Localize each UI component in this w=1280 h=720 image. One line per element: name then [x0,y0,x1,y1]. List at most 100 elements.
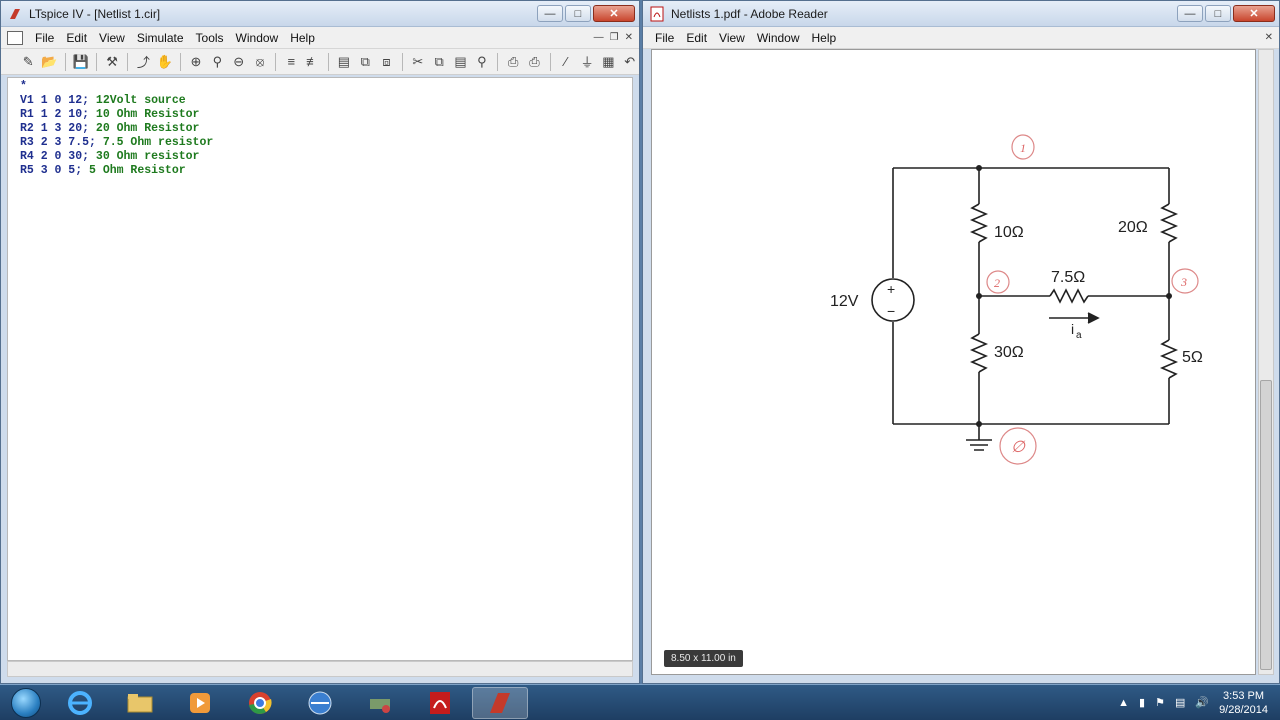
taskbar-tool[interactable] [352,687,408,719]
r4-label: 30Ω [994,344,1024,361]
zoom-area-icon[interactable]: ⚲ [208,52,226,71]
open-icon[interactable]: 📂 [40,52,58,71]
delete-trace-icon[interactable]: ≢ [303,52,321,71]
document-icon [7,30,23,45]
print-icon[interactable]: ⎙ [504,52,522,71]
menu-edit[interactable]: Edit [60,31,93,45]
current-label: i [1071,321,1074,337]
reader-menubar: File Edit View Window Help ✕ [643,27,1279,49]
pdf-app-icon [649,6,665,22]
menu-window[interactable]: Window [751,31,806,45]
mdi-minimize-icon[interactable]: — [594,32,604,43]
system-tray: ▲ ▮ ⚑ ▤ 🔊 3:53 PM 9/28/2014 [1118,689,1280,717]
r5-label: 5Ω [1182,349,1203,366]
adobe-reader-window: Netlists 1.pdf - Adobe Reader — □ ✕ File… [642,0,1280,684]
zoom-in-icon[interactable]: ⊕ [187,52,205,71]
undo-icon[interactable]: ↶ [621,52,639,71]
menu-help[interactable]: Help [806,31,843,45]
control-panel-icon[interactable]: ⚒ [103,52,121,71]
ground-icon[interactable]: ⏚ [578,52,596,71]
autorange-icon[interactable]: ≡ [282,52,300,71]
taskbar-ie[interactable] [52,687,108,719]
save-icon[interactable]: 💾 [72,52,90,71]
taskbar-ltspice[interactable] [472,686,528,719]
taskbar-chrome[interactable] [232,687,288,719]
clock-date: 9/28/2014 [1219,703,1268,716]
close-button[interactable]: ✕ [593,5,635,22]
node-1-label: 1 [1020,141,1026,155]
component-icon[interactable]: ▦ [599,52,617,71]
media-player-icon [190,692,210,713]
ltspice-titlebar[interactable]: LTspice IV - [Netlist 1.cir] — □ ✕ [1,1,639,27]
start-button[interactable] [4,686,48,720]
menu-simulate[interactable]: Simulate [131,31,190,45]
taskbar-media-player[interactable] [172,687,228,719]
flag-icon[interactable]: ⚑ [1155,696,1165,709]
cut-icon[interactable]: ✂ [409,52,427,71]
menu-file[interactable]: File [29,31,60,45]
r4-resistor [969,333,989,373]
volume-icon[interactable]: 🔊 [1195,696,1209,709]
reader-titlebar[interactable]: Netlists 1.pdf - Adobe Reader — □ ✕ [643,1,1279,27]
ground-symbol [966,424,992,451]
maximize-button[interactable]: □ [565,5,591,22]
chrome-icon [249,691,272,714]
r3-label: 7.5Ω [1051,269,1085,286]
tile-horizontal-icon[interactable]: ▤ [335,52,353,71]
menu-help[interactable]: Help [284,31,321,45]
menu-window[interactable]: Window [230,31,285,45]
netlist-line: R2 1 3 20; 20 Ohm Resistor [20,122,200,135]
netlist-line: R1 1 2 10; 10 Ohm Resistor [20,108,200,121]
taskbar-adobe-reader[interactable] [412,687,468,719]
menu-file[interactable]: File [649,31,680,45]
tile-vertical-icon[interactable]: ⧈ [377,52,395,71]
network-icon[interactable]: ▤ [1175,696,1185,709]
zoom-fit-icon[interactable]: ⦻ [251,52,269,71]
horizontal-scrollbar[interactable] [7,661,633,677]
copy-icon[interactable]: ⧉ [430,52,448,71]
node-3-label: 3 [1180,275,1187,289]
vertical-scrollbar[interactable] [1258,49,1274,675]
zoom-out-icon[interactable]: ⊖ [230,52,248,71]
minimize-button[interactable]: — [537,5,563,22]
show-hidden-icons-icon[interactable]: ▲ [1118,697,1129,709]
pdf-page[interactable]: 12V + − 10Ω 20Ω 7.5Ω 30Ω 5Ω i a 1 2 3 ∅ … [651,49,1256,675]
paste-icon[interactable]: ▤ [451,52,469,71]
netlist-editor[interactable]: * V1 1 0 12; 12Volt source R1 1 2 10; 10… [7,77,633,661]
print-preview-icon[interactable]: ⎙ [525,52,543,71]
source-label: 12V [830,293,859,310]
netlist-text: * V1 1 0 12; 12Volt source R1 1 2 10; 10… [8,78,632,178]
window-title: Netlists 1.pdf - Adobe Reader [671,6,828,21]
pan-icon[interactable]: ✋ [156,52,174,71]
menu-view[interactable]: View [93,31,131,45]
netlist-line: R3 2 3 7.5; 7.5 Ohm resistor [20,136,214,149]
close-button[interactable]: ✕ [1233,5,1275,22]
ltspice-toolbar: ✎ 📂 💾 ⚒ ⤴ ✋ ⊕ ⚲ ⊖ ⦻ ≡ ≢ ▤ ⧉ ⧈ ✂ ⧉ ▤ ⚲ ⎙ … [1,49,639,75]
mdi-close-icon[interactable]: ✕ [625,32,633,43]
run-icon[interactable]: ⤴ [134,52,152,71]
taskbar-explorer[interactable] [112,687,168,719]
minimize-button[interactable]: — [1177,5,1203,22]
adobe-reader-icon [430,691,450,714]
battery-icon[interactable]: ▮ [1139,696,1145,709]
menu-edit[interactable]: Edit [680,31,713,45]
r1-resistor [969,203,989,243]
maximize-button[interactable]: □ [1205,5,1231,22]
cascade-icon[interactable]: ⧉ [356,52,374,71]
globe-icon [308,691,332,714]
ltspice-icon [490,692,510,713]
taskbar-app[interactable] [292,687,348,719]
menu-tools[interactable]: Tools [190,31,230,45]
windows-logo-icon [11,687,41,718]
tool-icon [370,698,390,713]
mdi-restore-icon[interactable]: ❐ [610,32,619,43]
scrollbar-thumb[interactable] [1260,380,1272,670]
wire-icon[interactable]: ∕ [557,52,575,71]
find-icon[interactable]: ⚲ [473,52,491,71]
netlist-line: R4 2 0 30; 30 Ohm resistor [20,150,200,163]
doc-close-icon[interactable]: ✕ [1265,32,1273,43]
menu-view[interactable]: View [713,31,751,45]
new-schematic-icon[interactable]: ✎ [19,52,37,71]
r3-resistor [1049,288,1089,304]
clock[interactable]: 3:53 PM 9/28/2014 [1219,689,1268,717]
